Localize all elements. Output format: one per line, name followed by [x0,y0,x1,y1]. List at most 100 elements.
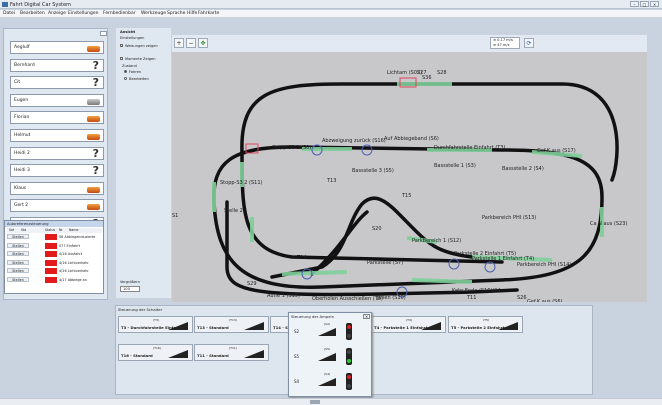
track-layout-svg[interactable]: Lichtam (S02)S27 S28S36Abzweigung zurück … [172,52,647,305]
switch-card[interactable]: (T3) T3 - Durchfahrstelle Einfa... [118,316,193,333]
switch-id: (T13) [229,318,237,322]
switch-label: T16 - Standard [121,353,153,358]
switch-slider[interactable] [421,322,441,330]
options-group-label: Zustand [122,64,137,68]
radio-bearbeiten-dot[interactable] [124,77,127,80]
menu-fernbedienbar[interactable]: Fernbedienbar [103,11,136,16]
signal-set-button[interactable]: Stellen [7,276,29,282]
switch-card[interactable]: (T16) T16 - Standard [118,344,193,361]
track-label: S20 [372,226,382,232]
title-bar: Fahrt Digital Car System – □ × [0,0,662,9]
popup-close-icon[interactable]: × [363,314,370,319]
red-lamp [347,375,351,379]
traffic-light-icon [346,373,352,390]
loco-item[interactable]: Gert 2 [10,199,104,213]
switch-label: T4 - Parkstelle 1 Einfahrt [374,325,428,330]
app-icon [2,2,8,7]
status-bar [0,398,662,405]
loco-item[interactable]: Florian [10,111,104,125]
loco-item[interactable]: Aeglulf [10,41,104,54]
checkbox-momente[interactable] [120,57,123,60]
switch-label: T13 - Standard [197,325,229,330]
menu-fahrkarte[interactable]: Fahrkarte [198,11,219,16]
options-subtitle: Einstellungen [120,36,145,40]
loco-item[interactable]: Helmut [10,129,104,142]
switch-card[interactable]: (T11) T11 - Standard [194,344,269,361]
track-label: Durchfahrstelle Einfahrt (T3) [434,145,506,151]
loco-item[interactable]: Heidi 3? [10,164,104,178]
signal-control-row[interactable]: S4 (S4) [292,371,368,393]
loco-item[interactable]: Bernhard? [10,58,104,72]
loco-item[interactable]: Heidi 2? [10,146,104,160]
switch-slider[interactable] [244,350,264,358]
signal-name: 06 Abbiegeinduzierte [59,235,96,239]
menu-hilfe[interactable]: Hilfe [187,11,197,16]
menu-werkzeuge[interactable]: Werkzeuge [141,11,166,16]
signal-control-row[interactable]: S5 (S5) [292,346,368,368]
signal-name: 077 Einfahrt [59,243,80,248]
option-momente[interactable]: Momente Zeigen [120,57,156,61]
signal-set-button[interactable]: Stellen [7,251,29,256]
loco-item[interactable]: Cit? [10,76,104,90]
radio-fahren[interactable]: Fahren [124,70,141,74]
sensor-s10 [411,278,473,284]
signal-name: 4/16 Lichtverkehr [59,260,89,265]
switch-slider[interactable] [498,322,518,330]
signal-slider[interactable] [318,378,336,386]
signal-set-button[interactable]: Stellen [7,234,29,239]
signal-set-button[interactable]: Stellen [7,259,29,265]
switch-card[interactable]: (T5) T5 - Parkstelle 2 Einfahrt [448,316,523,333]
signal-control-row[interactable]: S2 (S2) [292,321,368,343]
switch-id: (T3) [153,318,160,322]
minimize-button[interactable]: – [630,1,639,7]
maximize-button[interactable]: □ [640,1,649,7]
signal-slider[interactable] [318,328,336,336]
switch-slider[interactable] [168,322,188,330]
loco-name: Cit [14,80,21,86]
switch-id: (T11) [229,346,237,350]
menu-sprache[interactable]: Sprache [167,11,185,16]
track-label: Bassstelle 3 (S5) [352,168,394,174]
loco-item[interactable]: Eugen [10,93,104,107]
menu-bearbeiten[interactable]: Bearbeiten [20,11,45,16]
switch-card[interactable]: (T4) T4 - Parkstelle 1 Einfahrt [371,316,446,333]
zoom-in-icon[interactable]: + [174,38,184,48]
signal-slider[interactable] [318,353,336,361]
menu-einstellungen[interactable]: Einstellungen [68,11,99,16]
close-button[interactable]: × [650,1,659,7]
signal-row: Stellen 077 Einfahrt [7,242,102,249]
option-weisungen[interactable]: Weisungen zeigen [120,44,158,48]
track-label: Stopp-S3 1 (S0) [272,145,311,151]
zoom-out-icon[interactable]: − [186,38,196,48]
signal-set-button[interactable]: Stellen [7,268,29,273]
menu-datei[interactable]: Datei [3,11,15,16]
switch-t4[interactable] [484,261,496,273]
menu-anzeige[interactable]: Anzeige [48,11,66,16]
signal-row: Stellen 4/16 Lichtverkehr [7,268,102,274]
panel-collapse-button[interactable] [100,31,107,36]
track-label: Stelle 2 [224,208,243,214]
track-label: Auffe 1 (S15) [267,293,300,299]
signal-header-sof: Sof [9,228,15,232]
signal-panel-title: Autoreferenzsteuerung [5,221,103,227]
loco-name: Aeglulf [14,45,30,50]
switch-id: (T16) [153,346,161,350]
switch-slider[interactable] [168,350,188,358]
checkbox-weisungen[interactable] [120,44,123,47]
track-label: Gef.K.aus (S6) [527,299,563,302]
loco-name: Helmut [14,133,31,138]
track-label: Bassstelle 2 (S4) [502,166,544,172]
refresh-icon[interactable]: ⟳ [524,38,534,48]
signal-set-button[interactable]: Stellen [7,242,29,248]
track-canvas[interactable]: Lichtam (S02) S27 S28 S36 Abzweigung zurück … [172,52,647,305]
radio-fahren-dot[interactable] [124,70,127,73]
options-panel: Ansicht Einstellungen Weisungen zeigen M… [116,28,171,298]
fit-view-icon[interactable]: ✥ [198,38,208,48]
signal-name: 4/16 Lichtverkehr [59,269,89,273]
switch-slider[interactable] [244,322,264,330]
switch-card[interactable]: (T13) T13 - Standard [194,316,269,333]
radio-bearbeiten[interactable]: Bearbeiten [124,77,149,81]
track-label: Oberholen Ausschießen (T8) [312,296,383,302]
loco-item[interactable]: Klaus [10,181,104,195]
zoom-select[interactable]: 100 [120,286,140,292]
